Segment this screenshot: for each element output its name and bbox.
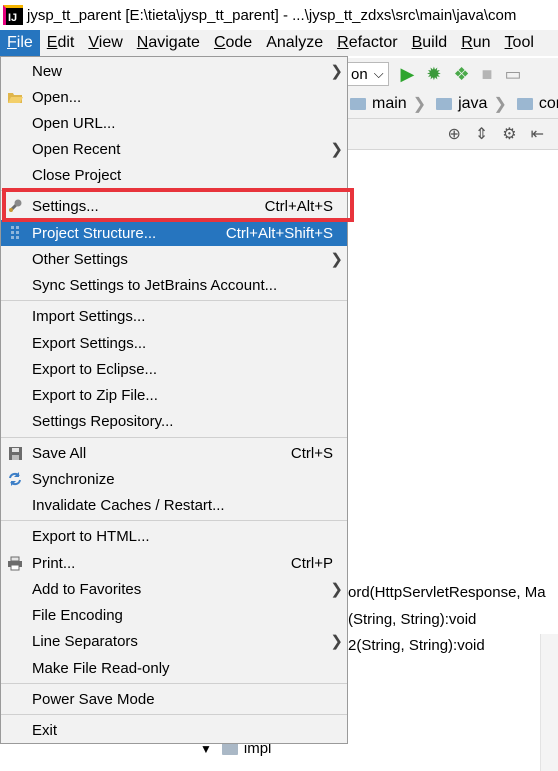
menu-divider: [1, 714, 347, 715]
menu-code[interactable]: Code: [207, 30, 259, 56]
coverage-icon[interactable]: ❖: [453, 64, 469, 85]
menu-divider: [1, 520, 347, 521]
chevron-down-icon: ⌵: [373, 66, 384, 81]
scrollbar[interactable]: [540, 634, 558, 771]
save-icon: [6, 444, 24, 462]
menu-item-export-html[interactable]: Export to HTML...: [1, 523, 347, 549]
window-title: jysp_tt_parent [E:\tieta\jysp_tt_parent]…: [27, 6, 517, 24]
menu-item-add-to-favorites[interactable]: Add to Favorites ❯: [1, 576, 347, 602]
folder-icon: [516, 98, 533, 110]
menu-divider: [1, 437, 347, 438]
menu-bar: File Edit View Navigate Code Analyze Ref…: [0, 30, 558, 56]
menu-item-open[interactable]: Open...: [1, 84, 347, 110]
chevron-right-icon: ❯: [330, 581, 343, 598]
sync-icon: [6, 470, 24, 488]
menu-item-other-settings[interactable]: Other Settings ❯: [1, 246, 347, 272]
folder-open-icon: [6, 88, 24, 106]
menu-item-import-settings[interactable]: Import Settings...: [1, 303, 347, 329]
folder-icon: [221, 742, 238, 755]
structure-panel-header: ⊕ ⇕ ⚙ ⇤: [340, 119, 558, 150]
intellij-app-icon: IJ: [3, 5, 23, 25]
menu-item-export-settings[interactable]: Export Settings...: [1, 330, 347, 356]
navigation-breadcrumb: main❯ java❯ com: [340, 90, 558, 119]
structure-member[interactable]: (String, String):void: [348, 611, 476, 628]
project-structure-icon: [6, 224, 24, 242]
menu-item-make-read-only[interactable]: Make File Read-only: [1, 655, 347, 681]
menu-item-invalidate-caches[interactable]: Invalidate Caches / Restart...: [1, 492, 347, 518]
collapse-icon[interactable]: ⇕: [475, 124, 488, 144]
window-title-bar: IJ jysp_tt_parent [E:\tieta\jysp_tt_pare…: [0, 0, 558, 30]
menu-analyze[interactable]: Analyze: [259, 30, 330, 56]
menu-item-new[interactable]: New ❯: [1, 58, 347, 84]
menu-edit[interactable]: Edit: [40, 30, 82, 56]
menu-item-save-all[interactable]: Save All Ctrl+S: [1, 440, 347, 466]
menu-item-settings-repository[interactable]: Settings Repository...: [1, 408, 347, 434]
menu-item-open-recent[interactable]: Open Recent ❯: [1, 136, 347, 162]
folder-icon: [350, 98, 366, 110]
menu-item-print[interactable]: Print... Ctrl+P: [1, 550, 347, 576]
folder-icon: [436, 98, 453, 110]
chevron-right-icon: ❯: [330, 63, 343, 80]
file-menu-dropdown: New ❯ Open... Open URL... Open Recent ❯ …: [0, 56, 348, 744]
menu-view[interactable]: View: [81, 30, 129, 56]
menu-item-exit[interactable]: Exit: [1, 717, 347, 743]
menu-item-export-eclipse[interactable]: Export to Eclipse...: [1, 356, 347, 382]
menu-item-project-structure[interactable]: Project Structure... Ctrl+Alt+Shift+S: [1, 220, 347, 246]
chevron-right-icon: ❯: [330, 633, 343, 650]
breadcrumb-item[interactable]: main ❯: [350, 94, 426, 114]
locate-icon[interactable]: ⊕: [447, 124, 460, 144]
menu-navigate[interactable]: Navigate: [130, 30, 207, 56]
chevron-right-icon: ❯: [330, 251, 343, 268]
stop-icon[interactable]: ■: [482, 64, 493, 85]
menu-item-line-separators[interactable]: Line Separators ❯: [1, 628, 347, 654]
breadcrumb-item[interactable]: java ❯: [436, 94, 507, 114]
menu-run[interactable]: Run: [454, 30, 497, 56]
annotation-highlight-box: [2, 188, 354, 222]
menu-file[interactable]: File: [0, 30, 40, 56]
menu-item-power-save-mode[interactable]: Power Save Mode: [1, 686, 347, 712]
debug-icon[interactable]: ✹: [426, 64, 441, 85]
menu-item-file-encoding[interactable]: File Encoding: [1, 602, 347, 628]
structure-member[interactable]: ord(HttpServletResponse, Ma: [348, 584, 546, 601]
run-icon[interactable]: ▶: [401, 64, 415, 85]
hide-panel-icon[interactable]: ⇤: [531, 124, 544, 144]
menu-item-export-zip[interactable]: Export to Zip File...: [1, 382, 347, 408]
menu-tools[interactable]: Tool: [498, 30, 541, 56]
chevron-right-icon: ❯: [330, 141, 343, 158]
breadcrumb-item[interactable]: com: [516, 95, 558, 113]
menu-divider: [1, 683, 347, 684]
menu-divider: [1, 300, 347, 301]
gear-icon[interactable]: ⚙: [502, 124, 516, 144]
structure-member[interactable]: 2(String, String):void: [348, 637, 485, 654]
run-configuration-select[interactable]: on ⌵: [346, 62, 389, 86]
menu-build[interactable]: Build: [405, 30, 455, 56]
menu-item-open-url[interactable]: Open URL...: [1, 110, 347, 136]
menu-item-sync-settings[interactable]: Sync Settings to JetBrains Account...: [1, 272, 347, 298]
more-toolbar-icon[interactable]: ▭: [505, 64, 522, 85]
main-toolbar: on ⌵ ▶ ✹ ❖ ■ ▭: [340, 58, 558, 91]
menu-item-close-project[interactable]: Close Project: [1, 162, 347, 188]
menu-item-synchronize[interactable]: Synchronize: [1, 466, 347, 492]
print-icon: [6, 554, 24, 572]
menu-refactor[interactable]: Refactor: [330, 30, 404, 56]
